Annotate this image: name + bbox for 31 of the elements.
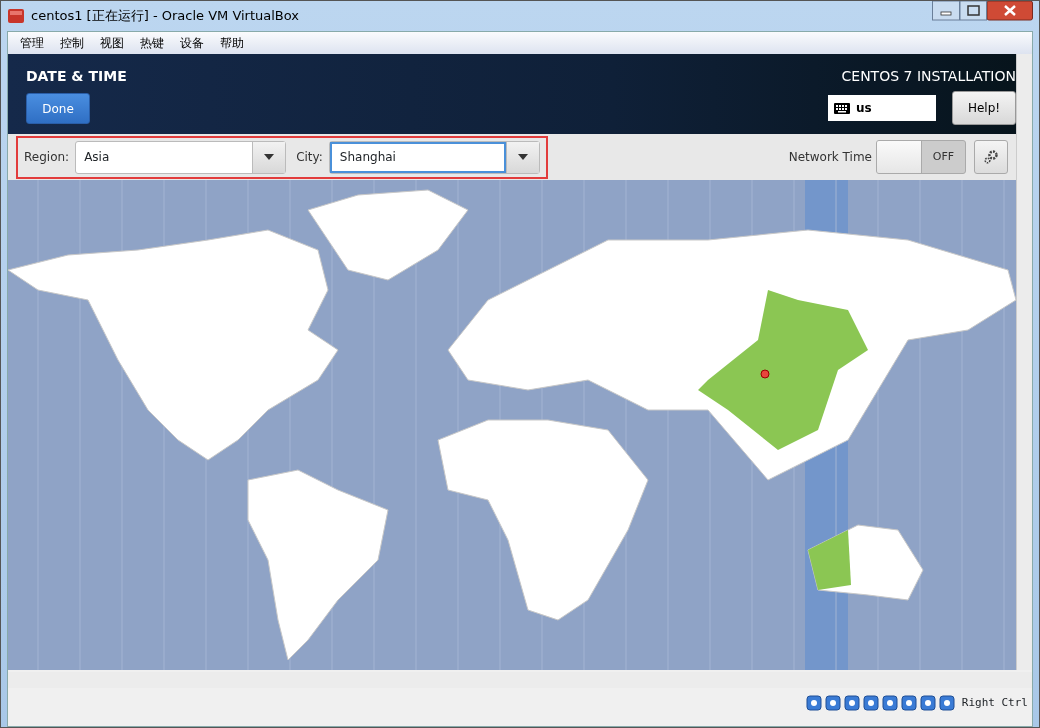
done-button[interactable]: Done — [26, 93, 90, 124]
city-combo[interactable]: Shanghai — [328, 140, 540, 174]
settings-icon — [983, 149, 999, 165]
page-title: DATE & TIME — [26, 67, 127, 86]
network-time-label: Network Time — [788, 149, 872, 166]
dropdown-arrow-icon — [517, 154, 528, 160]
vertical-scrollbar[interactable] — [1016, 54, 1032, 670]
maximize-icon[interactable] — [960, 1, 987, 21]
region-combo[interactable]: Asia — [75, 140, 287, 174]
network-time-switch[interactable]: OFF — [876, 140, 966, 174]
dropdown-arrow-icon — [264, 154, 275, 160]
app-icon — [7, 8, 25, 24]
keyboard-icon — [834, 102, 850, 114]
world-map-drawing[interactable] — [8, 180, 1016, 670]
region-label: Region: — [24, 149, 70, 166]
host-key-label: Right Ctrl — [961, 694, 1028, 711]
city-label: City: — [296, 149, 323, 166]
menu-item[interactable]: 热键 — [132, 34, 172, 52]
settings-button[interactable] — [974, 140, 1008, 174]
help-button[interactable]: Help! — [952, 91, 1016, 125]
minimize-icon[interactable] — [932, 1, 960, 21]
menu-item[interactable]: 设备 — [172, 34, 212, 52]
menu-item[interactable]: 管理 — [12, 34, 52, 52]
close-icon[interactable] — [987, 1, 1033, 21]
menu-item[interactable]: 帮助 — [212, 34, 252, 52]
product-title: CENTOS 7 INSTALLATION — [841, 67, 1016, 86]
menu-item[interactable]: 视图 — [92, 34, 132, 52]
keyboard-layout-field[interactable]: us — [828, 95, 936, 121]
menu-item[interactable]: 控制 — [52, 34, 92, 52]
horizontal-scrollbar[interactable] — [8, 672, 1032, 688]
window-title: centos1 [正在运行] - Oracle VM VirtualBox — [31, 7, 300, 26]
